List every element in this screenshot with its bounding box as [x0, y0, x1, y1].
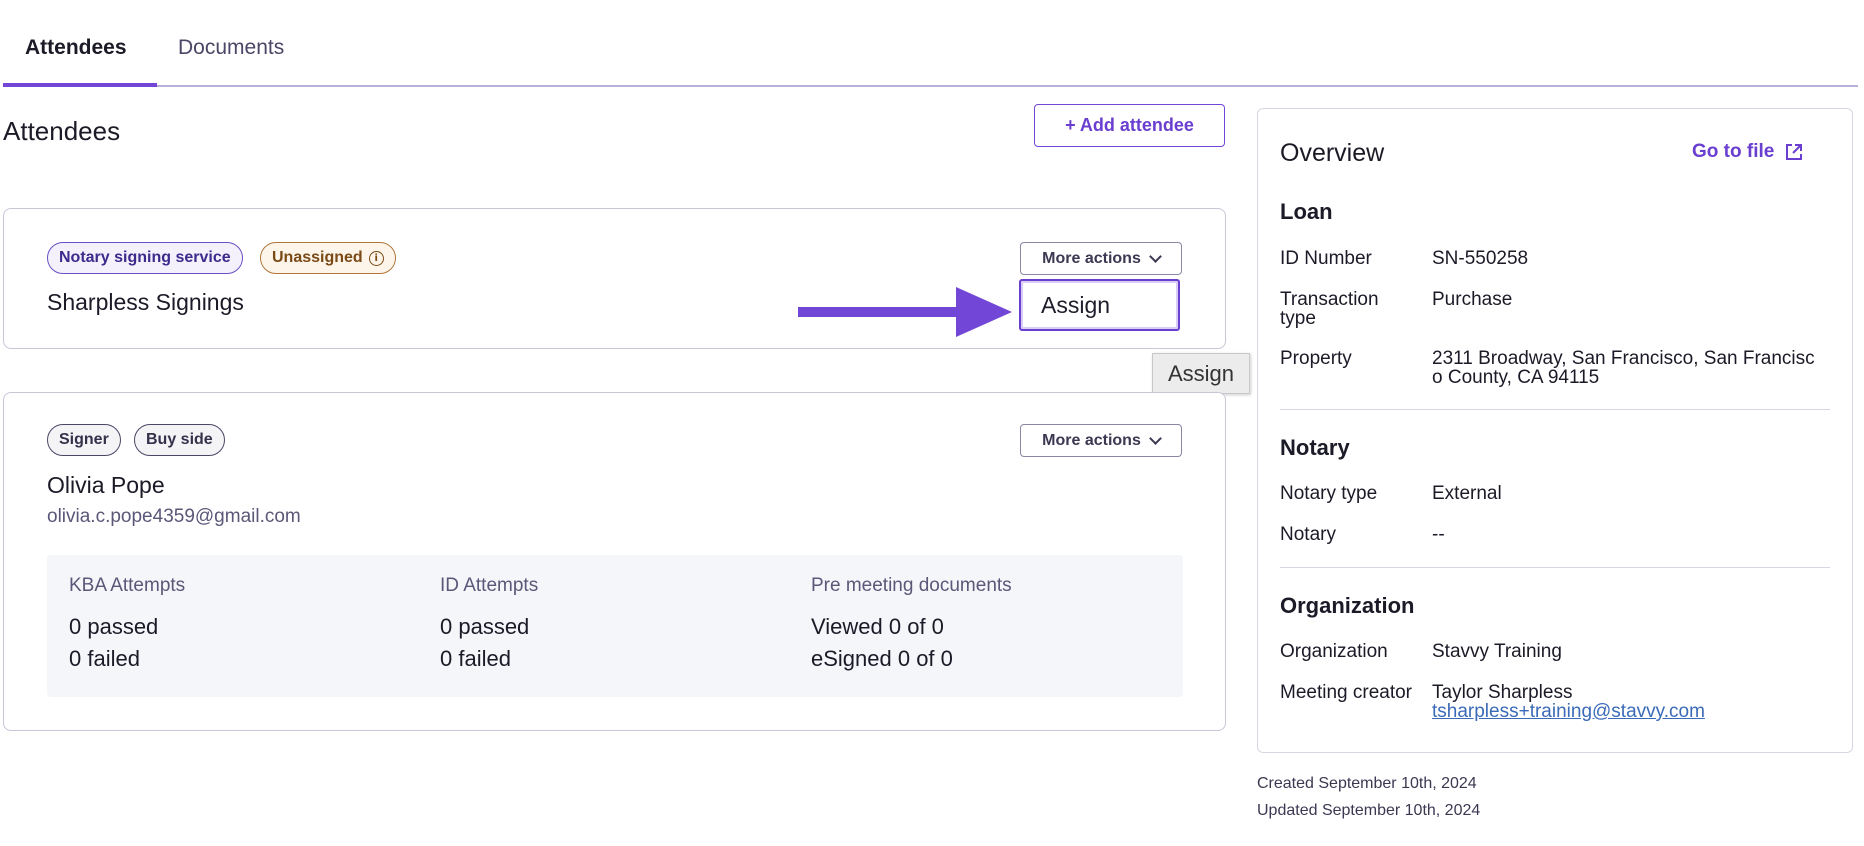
attendee-name: Sharpless Signings [47, 289, 244, 315]
creator-email-link[interactable]: tsharpless+training@stavvy.com [1432, 702, 1830, 721]
more-actions-button[interactable]: More actions [1020, 424, 1182, 457]
creator-name: Taylor Sharpless [1432, 682, 1573, 703]
label-line: type [1280, 308, 1316, 329]
organization-heading: Organization [1280, 593, 1415, 618]
badge-signer: Signer [47, 424, 121, 456]
attendee-name: Olivia Pope [47, 472, 165, 498]
add-attendee-button[interactable]: + Add attendee [1034, 104, 1225, 147]
divider [1280, 567, 1830, 568]
notary-type-label: Notary type [1280, 483, 1378, 504]
stat-id: ID Attempts 0 passed 0 failed [440, 575, 538, 675]
stat-value: 0 passed [69, 614, 159, 639]
stat-title: ID Attempts [440, 575, 539, 596]
external-link-icon [1786, 144, 1803, 160]
info-icon[interactable]: i [368, 250, 384, 266]
badge-label: Buy side [146, 431, 213, 448]
overview-panel: Overview Go to file Loan ID Number SN-55… [1257, 108, 1853, 753]
badge-label: Notary signing service [59, 249, 231, 266]
updated-date: Updated September 10th, 2024 [1257, 802, 1481, 819]
more-actions-button[interactable]: More actions [1020, 242, 1182, 275]
notary-heading: Notary [1280, 435, 1350, 460]
stat-title: KBA Attempts [69, 575, 186, 596]
page-title: Attendees [3, 116, 121, 146]
go-to-file-link[interactable]: Go to file [1692, 141, 1804, 163]
address-line: o County, CA 94115 [1432, 367, 1600, 388]
divider [1280, 409, 1830, 410]
notary-value: -- [1432, 524, 1445, 545]
address-line: 2311 Broadway, San Francisco, San Franci… [1432, 348, 1815, 369]
property-label: Property [1280, 348, 1352, 369]
badge-buy-side: Buy side [134, 424, 225, 456]
transaction-type-value: Purchase [1432, 289, 1513, 310]
more-actions-label: More actions [1042, 431, 1141, 449]
attendee-email: olivia.c.pope4359@gmail.com [47, 506, 301, 527]
organization-label: Organization [1280, 641, 1388, 662]
go-to-file-label: Go to file [1692, 141, 1775, 162]
stat-value: 0 failed [69, 646, 140, 671]
organization-value: Stavvy Training [1432, 641, 1562, 662]
dropdown-item-assign[interactable]: Assign [1019, 279, 1180, 331]
overview-title: Overview [1280, 139, 1385, 167]
stat-title: Pre meeting documents [811, 575, 1012, 596]
stat-documents: Pre meeting documents Viewed 0 of 0 eSig… [811, 575, 1012, 675]
stat-value: 0 failed [440, 646, 511, 671]
attendee-stats: KBA Attempts 0 passed 0 failed ID Attemp… [47, 555, 1183, 697]
badge-unassigned: Unassigned i [260, 242, 396, 274]
meeting-creator-value: Taylor Sharpless tsharpless+training@sta… [1432, 683, 1830, 721]
badge-notary-signing-service: Notary signing service [47, 242, 243, 274]
active-tab-indicator [3, 83, 157, 87]
notary-label: Notary [1280, 524, 1336, 545]
id-number-value: SN-550258 [1432, 248, 1529, 269]
chevron-down-icon [1148, 431, 1162, 445]
badge-label: Unassigned [272, 249, 363, 266]
meeting-creator-label: Meeting creator [1280, 682, 1413, 703]
stat-value: eSigned 0 of 0 [811, 646, 953, 671]
id-number-label: ID Number [1280, 248, 1372, 269]
more-actions-label: More actions [1042, 249, 1141, 267]
tab-documents[interactable]: Documents [178, 36, 284, 60]
attendee-card-signer: Signer Buy side Olivia Pope olivia.c.pop… [3, 392, 1226, 731]
stat-value: Viewed 0 of 0 [811, 614, 944, 639]
transaction-type-label: Transaction type [1280, 290, 1430, 328]
arrow-right-icon [798, 287, 1012, 337]
tab-bar: Attendees Documents [3, 0, 1858, 87]
stat-kba: KBA Attempts 0 passed 0 failed [69, 575, 185, 675]
tab-attendees[interactable]: Attendees [25, 36, 127, 60]
badge-label: Signer [59, 431, 109, 448]
notary-type-value: External [1432, 483, 1502, 504]
stat-value: 0 passed [440, 614, 530, 639]
created-date: Created September 10th, 2024 [1257, 775, 1477, 792]
tooltip-assign: Assign [1152, 353, 1250, 394]
property-value: 2311 Broadway, San Francisco, San Franci… [1432, 349, 1830, 387]
loan-heading: Loan [1280, 199, 1333, 224]
chevron-down-icon [1148, 249, 1162, 263]
label-line: Transaction [1280, 289, 1379, 310]
